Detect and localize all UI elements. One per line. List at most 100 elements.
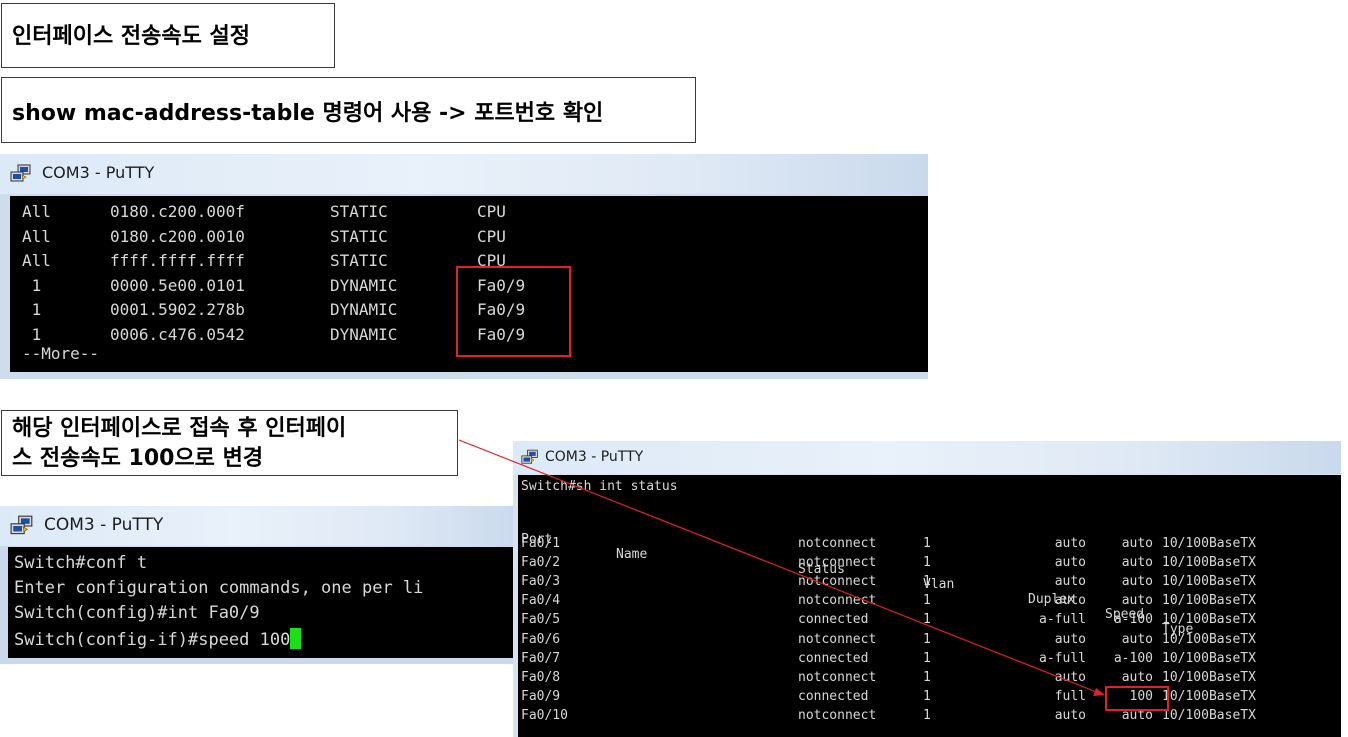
type-cell: 10/100BaseTX (1162, 593, 1256, 609)
instruction-change-speed: 해당 인터페이스로 접속 후 인터페이 스 전송속도 100으로 변경 (1, 410, 458, 476)
status-row: Fa0/4 notconnect 1 auto auto 10/100BaseTX (518, 593, 1341, 612)
status-row: Fa0/3 notconnect 1 auto auto 10/100BaseTX (518, 574, 1341, 593)
duplex-cell: auto (1054, 555, 1086, 571)
status-row: Fa0/10 notconnect 1 auto auto 10/100BaseTX (518, 708, 1341, 727)
status-cell: connected (798, 612, 869, 628)
type-cell: 10/100BaseTX (1162, 612, 1256, 628)
port-cell: Fa0/4 (521, 593, 561, 609)
port-cell: Fa0/10 (521, 707, 568, 723)
vlan-cell: 1 (923, 707, 931, 723)
mac-table-row: All 0180.c200.000f STATIC CPU (10, 202, 910, 224)
type-cell: 10/100BaseTX (1162, 536, 1256, 551)
vlan-cell: 1 (923, 612, 931, 628)
terminal-line: Switch#conf t (14, 553, 148, 573)
type-cell: 10/100BaseTX (1162, 707, 1256, 723)
type-cell: DYNAMIC (330, 324, 398, 344)
vlan-cell: 1 (923, 536, 931, 551)
window-titlebar[interactable]: COM3 - PuTTY (0, 154, 928, 194)
vlan-cell: 1 (22, 300, 42, 319)
duplex-cell: a-full (1039, 650, 1086, 666)
speed-highlight-box (1105, 686, 1169, 711)
more-prompt: --More-- (22, 344, 100, 363)
terminal-line-current: Switch(config-if)#speed 100 (14, 628, 302, 650)
type-cell: 10/100BaseTX (1162, 650, 1256, 666)
status-cell: notconnect (798, 593, 877, 609)
terminal-command: Switch#sh int status (521, 479, 678, 494)
mac-address-cell: 0180.c200.000f (110, 202, 245, 221)
duplex-cell: auto (1054, 707, 1086, 723)
port-cell: Fa0/2 (521, 555, 561, 571)
mac-address-cell: 0180.c200.0010 (110, 226, 245, 246)
duplex-cell: full (1054, 688, 1086, 704)
port-cell: Fa0/3 (521, 574, 561, 590)
window-title: COM3 - PuTTY (545, 449, 644, 465)
vlan-cell: 1 (923, 555, 931, 571)
speed-cell: auto (1121, 593, 1153, 609)
type-cell: STATIC (330, 251, 388, 270)
mac-address-cell: 0001.5902.278b (110, 300, 245, 319)
putty-window-int-status[interactable]: COM3 - PuTTY Switch#sh int status Port N… (513, 441, 1341, 737)
status-cell: connected (798, 688, 869, 704)
status-row: Fa0/9 connected 1 full 100 10/100BaseTX (518, 689, 1341, 708)
status-cell: notconnect (798, 707, 877, 723)
port-cell: CPU (477, 202, 506, 221)
port-highlight-box (456, 266, 571, 357)
duplex-cell: auto (1054, 631, 1086, 647)
putty-icon (10, 515, 34, 541)
type-cell: STATIC (330, 226, 388, 246)
terminal-line: Switch(config)#int Fa0/9 (14, 603, 260, 623)
instruction-title-text: 인터페이스 전송속도 설정 (12, 24, 250, 49)
duplex-cell: auto (1054, 536, 1086, 551)
mac-address-cell: 0000.5e00.0101 (110, 275, 245, 295)
port-cell: Fa0/6 (521, 631, 561, 647)
terminal-output[interactable]: Switch#conf t Enter configuration comman… (8, 547, 520, 658)
type-cell: DYNAMIC (330, 275, 398, 295)
vlan-cell: 1 (923, 593, 931, 609)
speed-cell: auto (1121, 536, 1153, 551)
status-row: Fa0/7 connected 1 a-full a-100 10/100BaseTX (518, 651, 1341, 670)
vlan-cell: 1 (923, 574, 931, 590)
status-row: Fa0/5 connected 1 a-full a-100 10/100BaseTX (518, 612, 1341, 631)
duplex-cell: auto (1054, 593, 1086, 609)
type-cell: 10/100BaseTX (1162, 669, 1256, 685)
duplex-cell: auto (1054, 574, 1086, 590)
putty-window-config[interactable]: COM3 - PuTTY Switch#conf t Enter configu… (0, 506, 520, 664)
port-cell: Fa0/9 (521, 688, 561, 704)
speed-cell: a-100 (1113, 650, 1153, 666)
status-cell: notconnect (798, 669, 877, 685)
status-cell: notconnect (798, 536, 877, 551)
window-title: COM3 - PuTTY (42, 163, 155, 182)
status-header-row: Port Name Status Vlan Duplex Speed Type (518, 517, 1341, 637)
status-row: Fa0/2 notconnect 1 auto auto 10/100BaseTX (518, 555, 1341, 574)
status-cell: notconnect (798, 631, 877, 647)
port-cell: Fa0/1 (521, 536, 561, 551)
status-cell: notconnect (798, 574, 877, 590)
type-cell: 10/100BaseTX (1162, 555, 1256, 571)
instruction-title: 인터페이스 전송속도 설정 (1, 3, 335, 68)
instruction-show-command-text: show mac-address-table 명령어 사용 -> 포트번호 확인 (12, 101, 604, 126)
vlan-cell: All (22, 251, 51, 270)
status-row: Fa0/6 notconnect 1 auto auto 10/100BaseTX (518, 632, 1341, 651)
putty-icon (10, 164, 32, 188)
vlan-cell: 1 (923, 669, 931, 685)
status-row: Fa0/1 notconnect 1 auto auto 10/100BaseTX (518, 536, 1341, 555)
window-title: COM3 - PuTTY (44, 515, 164, 535)
instruction-change-speed-line2: 스 전송속도 100으로 변경 (12, 446, 264, 471)
port-cell: CPU (477, 226, 506, 246)
mac-address-cell: 0006.c476.0542 (110, 324, 245, 344)
type-cell: 10/100BaseTX (1162, 688, 1256, 704)
port-cell: Fa0/8 (521, 669, 561, 685)
speed-cell: auto (1121, 555, 1153, 571)
status-cell: notconnect (798, 555, 877, 571)
terminal-cursor (290, 628, 302, 649)
terminal-output[interactable]: Switch#sh int status Port Name Status Vl… (518, 475, 1341, 737)
speed-cell: a-100 (1113, 612, 1153, 628)
terminal-line: Enter configuration commands, one per li (14, 578, 424, 598)
window-titlebar[interactable]: COM3 - PuTTY (0, 506, 520, 546)
window-titlebar[interactable]: COM3 - PuTTY (513, 441, 1341, 474)
instruction-show-command: show mac-address-table 명령어 사용 -> 포트번호 확인 (1, 77, 696, 143)
speed-cell: auto (1121, 574, 1153, 590)
speed-cell: auto (1121, 669, 1153, 685)
status-row: Fa0/8 notconnect 1 auto auto 10/100BaseTX (518, 670, 1341, 689)
duplex-cell: a-full (1039, 612, 1086, 628)
